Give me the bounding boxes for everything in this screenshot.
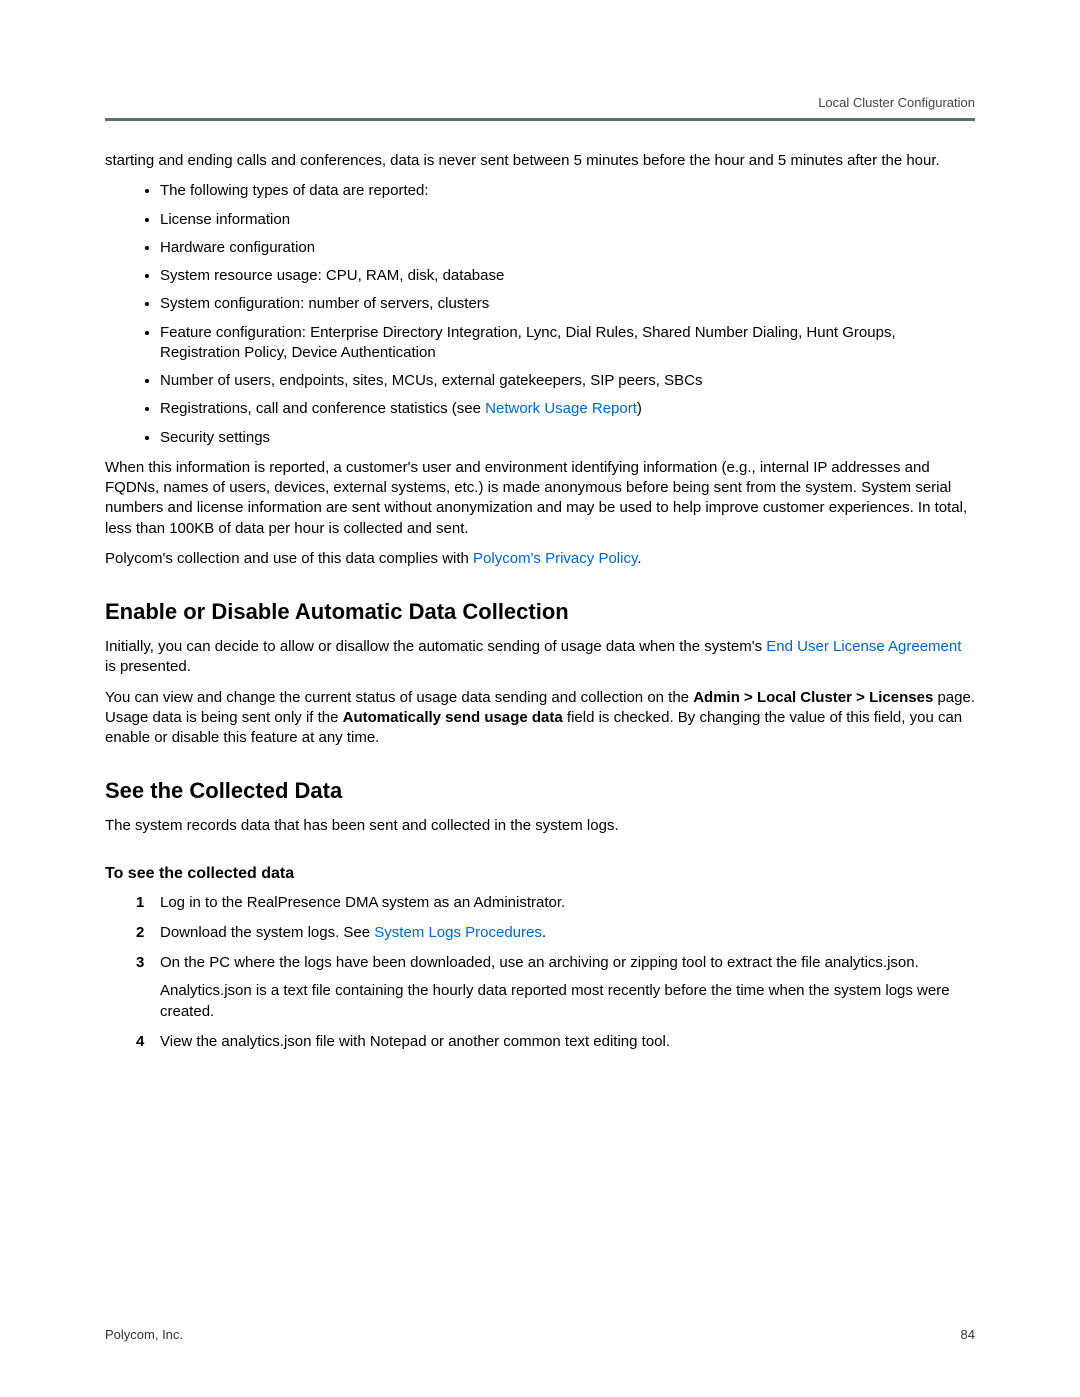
paragraph-text: Polycom's collection and use of this dat…: [105, 550, 473, 567]
list-item: Number of users, endpoints, sites, MCUs,…: [160, 371, 975, 391]
subheading-to-see: To see the collected data: [105, 865, 975, 883]
network-usage-report-link[interactable]: Network Usage Report: [485, 400, 637, 417]
list-item: Registrations, call and conference stati…: [160, 399, 975, 419]
step-item: Log in to the RealPresence DMA system as…: [160, 893, 975, 913]
step-text: Download the system logs. See: [160, 924, 374, 941]
header-section-label: Local Cluster Configuration: [105, 95, 975, 110]
step-subtext: Analytics.json is a text file containing…: [160, 981, 975, 1022]
policy-paragraph: Polycom's collection and use of this dat…: [105, 549, 975, 569]
list-item: Hardware configuration: [160, 238, 975, 258]
eula-link[interactable]: End User License Agreement: [766, 638, 961, 655]
nav-path-bold: Admin > Local Cluster > Licenses: [693, 689, 933, 706]
list-item: System resource usage: CPU, RAM, disk, d…: [160, 266, 975, 286]
list-item-text: ): [637, 400, 642, 417]
step-item: View the analytics.json file with Notepa…: [160, 1032, 975, 1052]
list-item-text: Registrations, call and conference stati…: [160, 400, 485, 417]
anonymize-paragraph: When this information is reported, a cus…: [105, 458, 975, 539]
steps-list: Log in to the RealPresence DMA system as…: [105, 893, 975, 1053]
system-logs-procedures-link[interactable]: System Logs Procedures: [374, 924, 542, 941]
document-page: Local Cluster Configuration starting and…: [0, 0, 1080, 1397]
heading-enable-disable: Enable or Disable Automatic Data Collect…: [105, 599, 975, 625]
see-intro-paragraph: The system records data that has been se…: [105, 816, 975, 836]
page-footer: Polycom, Inc. 84: [105, 1327, 975, 1342]
paragraph-text: You can view and change the current stat…: [105, 689, 693, 706]
footer-company: Polycom, Inc.: [105, 1327, 183, 1342]
intro-paragraph: starting and ending calls and conference…: [105, 151, 975, 171]
data-types-list: The following types of data are reported…: [105, 181, 975, 448]
list-item: System configuration: number of servers,…: [160, 294, 975, 314]
header-rule: [105, 118, 975, 121]
step-text: .: [542, 924, 546, 941]
step-item: Download the system logs. See System Log…: [160, 923, 975, 943]
privacy-policy-link[interactable]: Polycom's Privacy Policy: [473, 550, 637, 567]
list-item: Feature configuration: Enterprise Direct…: [160, 323, 975, 364]
list-item: License information: [160, 210, 975, 230]
paragraph-text: .: [637, 550, 641, 567]
paragraph-text: Initially, you can decide to allow or di…: [105, 638, 766, 655]
list-item: The following types of data are reported…: [160, 181, 975, 201]
list-item: Security settings: [160, 428, 975, 448]
enable-paragraph-1: Initially, you can decide to allow or di…: [105, 637, 975, 678]
field-name-bold: Automatically send usage data: [343, 709, 563, 726]
step-text: On the PC where the logs have been downl…: [160, 954, 919, 971]
paragraph-text: is presented.: [105, 658, 191, 675]
footer-page-number: 84: [961, 1327, 975, 1342]
heading-see-collected: See the Collected Data: [105, 778, 975, 804]
step-item: On the PC where the logs have been downl…: [160, 953, 975, 1022]
enable-paragraph-2: You can view and change the current stat…: [105, 688, 975, 749]
